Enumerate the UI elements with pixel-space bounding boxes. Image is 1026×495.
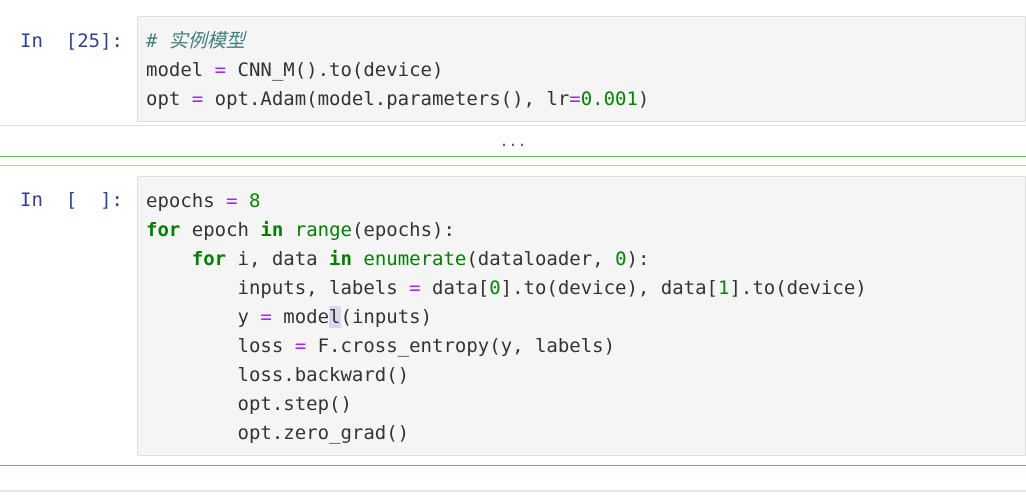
cell-2-code[interactable]: epochs = 8 for epoch in range(epochs): fo… (146, 187, 867, 448)
code-line: model = CNN_M().to(device) (146, 59, 444, 81)
code-line: y = model(inputs) (146, 306, 433, 328)
code-line: for epoch in range(epochs): (146, 219, 455, 241)
code-line: loss = F.cross_entropy(y, labels) (146, 335, 616, 357)
text-cursor: l (329, 306, 341, 328)
code-line: opt = opt.Adam(model.parameters(), lr=0.… (146, 88, 650, 110)
selected-cell-top-border (0, 156, 1026, 157)
code-line: inputs, labels = data[0].to(device), dat… (146, 277, 867, 299)
code-cell-2[interactable]: In [ ]: epochs = 8 for epoch in range(epo… (0, 166, 1026, 466)
collapsed-output-marker[interactable]: ... (0, 132, 1026, 150)
code-cell-1[interactable]: In [25]: # 实例模型 model = CNN_M().to(device… (0, 0, 1026, 125)
code-line: opt.zero_grad() (146, 422, 410, 444)
code-line: # 实例模型 (146, 30, 245, 52)
code-line: for i, data in enumerate(dataloader, 0): (191, 248, 650, 270)
cell-1-input-area[interactable]: # 实例模型 model = CNN_M().to(device)opt = op… (137, 16, 1026, 122)
selected-cell-bottom-border (0, 465, 1026, 466)
code-line: opt.step() (146, 393, 352, 415)
cell-2-prompt: In [ ]: (20, 189, 123, 211)
code-line: epochs = 8 (146, 190, 261, 212)
cell-1-code[interactable]: # 实例模型 model = CNN_M().to(device)opt = op… (146, 27, 649, 114)
bottom-divider (0, 490, 1026, 492)
cell-2-input-area[interactable]: epochs = 8 for epoch in range(epochs): fo… (137, 176, 1026, 456)
output-divider (0, 125, 1026, 126)
cell-1-prompt: In [25]: (20, 30, 123, 52)
code-line: loss.backward() (146, 364, 410, 386)
